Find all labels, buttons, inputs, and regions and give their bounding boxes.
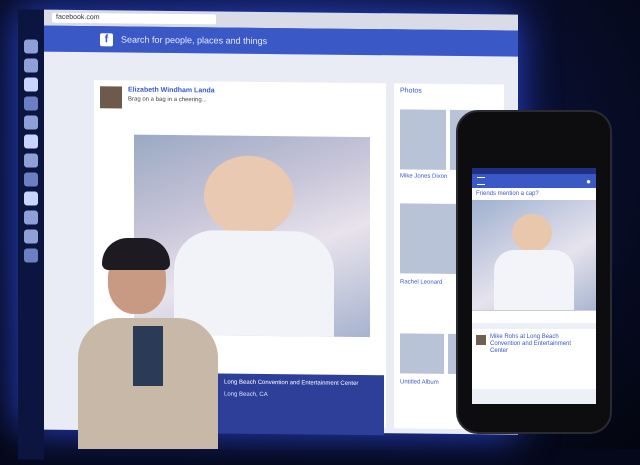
baby-face	[512, 214, 552, 252]
event-location: Long Beach, CA	[224, 391, 268, 398]
phone-device: ● Friends mention a cap? Mike Rohs at Lo…	[456, 110, 612, 434]
menu-icon[interactable]	[477, 177, 485, 185]
app-icon[interactable]	[24, 153, 38, 168]
app-icon[interactable]	[24, 115, 38, 130]
app-icon[interactable]	[24, 191, 38, 206]
baby-onesie	[494, 250, 574, 310]
sidebar-name[interactable]: Rachel Leonard	[400, 279, 442, 285]
app-icon[interactable]	[24, 77, 38, 92]
presenter	[78, 238, 218, 449]
avatar[interactable]	[476, 335, 486, 345]
baby-face	[204, 155, 294, 237]
app-icon[interactable]	[24, 96, 38, 111]
phone-nav-bar: ●	[472, 174, 596, 188]
post-text: Brag on a bag in a cheering...	[128, 96, 207, 104]
friends-icon[interactable]: ●	[586, 177, 591, 186]
avatar[interactable]	[100, 86, 122, 109]
app-icon[interactable]	[24, 210, 38, 225]
dock	[18, 9, 44, 460]
app-icon[interactable]	[24, 229, 38, 244]
presenter-hair	[102, 238, 170, 270]
tshirt	[133, 326, 163, 386]
search-input[interactable]: Search for people, places and things	[121, 34, 267, 46]
sidebar-name[interactable]: Mike Jones Dixon	[400, 173, 447, 179]
phone-post[interactable]: Mike Rohs at Long Beach Convention and E…	[472, 329, 596, 389]
phone-photo[interactable]	[472, 200, 596, 310]
finder-icon[interactable]	[24, 39, 38, 54]
phone-caption: Friends mention a cap?	[472, 188, 596, 200]
like-comment-bar[interactable]	[472, 310, 596, 323]
app-icon[interactable]	[24, 172, 38, 187]
post-author[interactable]: Elizabeth Windham Landa	[128, 87, 215, 95]
photo-thumbnail[interactable]	[400, 333, 444, 374]
app-icon[interactable]	[24, 134, 38, 149]
phone-screen: ● Friends mention a cap? Mike Rohs at Lo…	[472, 168, 596, 404]
phone-post-text: Mike Rohs at Long Beach Convention and E…	[490, 334, 572, 354]
event-title: Long Beach Convention and Entertainment …	[224, 379, 359, 387]
sidebar-title[interactable]: Photos	[400, 87, 422, 94]
album-title[interactable]: Untitled Album	[400, 379, 439, 385]
url-field[interactable]: facebook.com	[52, 12, 216, 25]
facebook-logo-icon[interactable]: f	[100, 32, 113, 46]
app-icon[interactable]	[24, 58, 38, 73]
app-icon[interactable]	[24, 248, 38, 263]
photo-thumbnail[interactable]	[400, 109, 446, 170]
